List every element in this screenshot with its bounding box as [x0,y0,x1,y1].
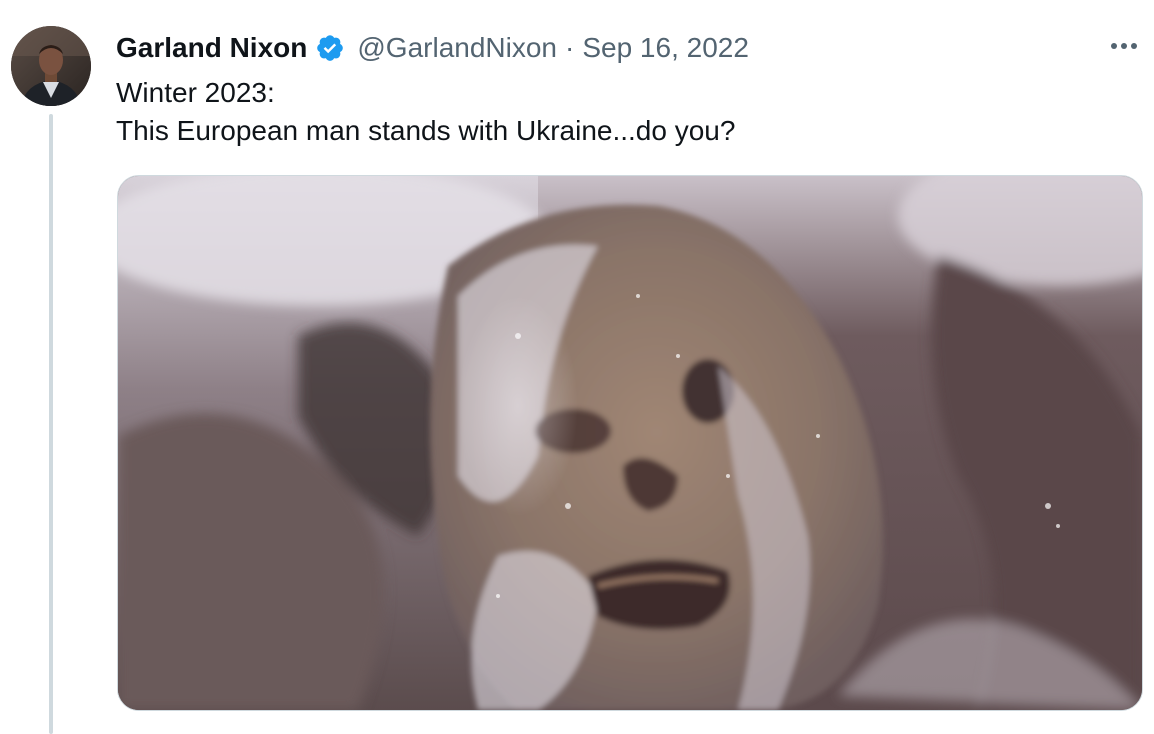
meta-separator: · [565,32,575,63]
tweet-text-line: This European man stands with Ukraine...… [116,115,736,146]
frozen-face-photo [118,176,1142,710]
more-options-button[interactable] [1104,32,1144,60]
avatar-photo [11,26,91,106]
tweet-text-line: Winter 2023: [116,77,275,108]
tweet-media-image[interactable] [117,175,1143,711]
more-horizontal-icon [1111,43,1137,49]
user-handle[interactable]: @GarlandNixon [357,32,557,64]
tweet-date[interactable]: Sep 16, 2022 [582,32,749,64]
tweet-text: Winter 2023: This European man stands wi… [116,74,1136,150]
display-name[interactable]: Garland Nixon [116,32,307,64]
avatar[interactable] [11,26,91,106]
verified-badge-icon [315,33,345,63]
thread-connector-line [49,114,53,734]
tweet-header: Garland Nixon @GarlandNixon · Sep 16, 20… [116,28,749,68]
